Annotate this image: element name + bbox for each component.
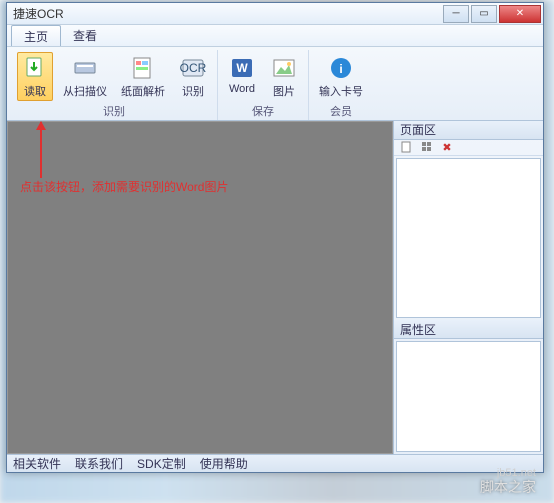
tile-icon[interactable]: [420, 140, 434, 154]
canvas-area: 点击该按钮，添加需要识别的Word图片: [7, 121, 393, 454]
status-related[interactable]: 相关软件: [13, 455, 61, 472]
read-label: 读取: [24, 83, 46, 99]
annotation-text: 点击该按钮，添加需要识别的Word图片: [20, 178, 228, 195]
status-sdk[interactable]: SDK定制: [137, 455, 186, 472]
menu-view[interactable]: 查看: [61, 25, 109, 46]
menubar: 主页 查看: [7, 25, 543, 47]
ribbon: 读取 从扫描仪 纸面解析 OCR 识别 识别 W: [7, 47, 543, 121]
app-window: 捷速OCR ─ ▭ ✕ 主页 查看 读取 从扫描仪 纸面解析: [6, 2, 544, 473]
window-title: 捷速OCR: [13, 5, 441, 22]
svg-text:W: W: [236, 61, 248, 75]
watermark-site: 脚本之家: [480, 477, 536, 497]
image-label: 图片: [273, 83, 295, 99]
status-contact[interactable]: 联系我们: [75, 455, 123, 472]
word-icon: W: [228, 54, 256, 82]
group-label-member: 会员: [330, 102, 352, 120]
scanner-icon: [71, 54, 99, 82]
status-help[interactable]: 使用帮助: [200, 455, 248, 472]
ribbon-group-save: W Word 图片 保存: [218, 50, 309, 120]
svg-text:OCR: OCR: [180, 61, 206, 75]
pages-panel-body: [396, 158, 541, 318]
scanner-label: 从扫描仪: [63, 83, 107, 99]
ocr-label: 识别: [182, 83, 204, 99]
ribbon-group-member: i 输入卡号 会员: [309, 50, 373, 120]
pages-panel-header: 页面区: [394, 121, 543, 140]
group-label-save: 保存: [252, 102, 274, 120]
side-panels: 页面区 ✖ 属性区: [393, 121, 543, 454]
ocr-button[interactable]: OCR 识别: [175, 52, 211, 101]
page-icon[interactable]: [400, 140, 414, 154]
word-label: Word: [229, 83, 255, 95]
close-button[interactable]: ✕: [499, 5, 541, 23]
file-arrow-icon: [21, 54, 49, 82]
delete-icon[interactable]: ✖: [440, 140, 454, 154]
parse-label: 纸面解析: [121, 83, 165, 99]
word-button[interactable]: W Word: [224, 52, 260, 97]
scanner-button[interactable]: 从扫描仪: [59, 52, 111, 101]
image-button[interactable]: 图片: [266, 52, 302, 101]
cardno-button[interactable]: i 输入卡号: [315, 52, 367, 101]
titlebar: 捷速OCR ─ ▭ ✕: [7, 3, 543, 25]
pages-panel-tools: ✖: [394, 140, 543, 157]
maximize-button[interactable]: ▭: [471, 5, 497, 23]
ocr-icon: OCR: [179, 54, 207, 82]
menu-home[interactable]: 主页: [11, 25, 61, 46]
group-label-recognize: 识别: [103, 102, 125, 120]
props-panel-body: [396, 341, 541, 452]
props-panel-header: 属性区: [394, 320, 543, 339]
arrow-icon: [40, 122, 42, 178]
read-button[interactable]: 读取: [17, 52, 53, 101]
statusbar: 相关软件 联系我们 SDK定制 使用帮助: [7, 454, 543, 472]
page-parse-icon: [129, 54, 157, 82]
ribbon-group-recognize: 读取 从扫描仪 纸面解析 OCR 识别 识别: [11, 50, 218, 120]
info-icon: i: [327, 54, 355, 82]
parse-button[interactable]: 纸面解析: [117, 52, 169, 101]
svg-text:i: i: [339, 62, 342, 76]
cardno-label: 输入卡号: [319, 83, 363, 99]
minimize-button[interactable]: ─: [443, 5, 469, 23]
content-area: 点击该按钮，添加需要识别的Word图片 页面区 ✖ 属性区: [7, 121, 543, 454]
picture-icon: [270, 54, 298, 82]
